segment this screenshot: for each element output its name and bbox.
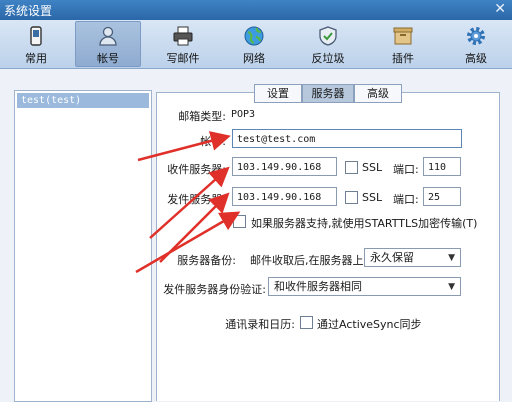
- account-field[interactable]: test@test.com: [232, 129, 462, 148]
- backup-label: 服务器备份:: [177, 254, 236, 267]
- mailbox-type-label: 邮箱类型:: [178, 110, 226, 123]
- title-bar: 系统设置 ✕: [0, 0, 512, 20]
- toolbar: 常用 帐号 写邮件 网络 反垃圾 插件 高级: [0, 20, 512, 69]
- incoming-port-label: 端口:: [393, 163, 419, 176]
- tab-advanced[interactable]: 高级: [354, 84, 402, 103]
- box-icon: [393, 27, 413, 45]
- toolbar-label: 插件: [392, 52, 414, 65]
- close-icon[interactable]: ✕: [494, 1, 506, 17]
- toolbar-item-antispam[interactable]: 反垃圾: [296, 22, 360, 66]
- toolbar-label: 网络: [243, 52, 265, 65]
- toolbar-label: 帐号: [97, 52, 119, 65]
- auth-select-value: 和收件服务器相同: [274, 280, 362, 293]
- chevron-down-icon: ▼: [448, 282, 455, 292]
- contacts-label: 通讯录和日历:: [225, 318, 295, 331]
- account-label: 帐号:: [200, 135, 226, 148]
- activesync-checkbox[interactable]: [300, 316, 313, 329]
- toolbar-label: 写邮件: [166, 52, 200, 65]
- outgoing-ssl-label: SSL: [362, 191, 383, 204]
- incoming-port-field[interactable]: 110: [423, 157, 461, 176]
- starttls-label: 如果服务器支持,就使用STARTTLS加密传输(T): [251, 217, 478, 230]
- activesync-label: 通过ActiveSync同步: [317, 318, 422, 331]
- auth-label: 发件服务器身份验证:: [163, 283, 266, 296]
- toolbar-item-general[interactable]: 常用: [4, 22, 68, 66]
- account-item[interactable]: test(test): [17, 93, 149, 108]
- backup-prefix: 邮件收取后,在服务器上: [250, 254, 364, 267]
- outgoing-server-label: 发件服务器:: [167, 193, 226, 206]
- outgoing-ssl-checkbox[interactable]: [345, 191, 358, 204]
- chevron-down-icon: ▼: [448, 253, 455, 263]
- toolbar-label: 高级: [465, 52, 487, 65]
- mailbox-type-value: POP3: [231, 109, 256, 120]
- toolbar-item-plugins[interactable]: 插件: [371, 22, 435, 66]
- account-list: test(test): [14, 90, 152, 402]
- user-icon: [99, 26, 117, 46]
- phone-icon: [30, 26, 42, 46]
- incoming-server-label: 收件服务器:: [167, 163, 226, 176]
- globe-icon: [244, 26, 264, 46]
- toolbar-item-compose[interactable]: 写邮件: [151, 22, 215, 66]
- toolbar-label: 常用: [25, 52, 47, 65]
- toolbar-label: 反垃圾: [311, 52, 345, 65]
- backup-select-value: 永久保留: [370, 251, 414, 264]
- tab-server[interactable]: 服务器: [302, 84, 354, 103]
- outgoing-port-label: 端口:: [393, 193, 419, 206]
- toolbar-item-advanced[interactable]: 高级: [444, 22, 508, 66]
- printer-icon: [173, 26, 193, 46]
- toolbar-item-network[interactable]: 网络: [222, 22, 286, 66]
- shield-icon: [319, 26, 337, 46]
- incoming-ssl-checkbox[interactable]: [345, 161, 358, 174]
- outgoing-port-field[interactable]: 25: [423, 187, 461, 206]
- window-title: 系统设置: [4, 4, 53, 18]
- outgoing-server-field[interactable]: 103.149.90.168: [232, 187, 337, 206]
- incoming-ssl-label: SSL: [362, 161, 383, 174]
- tab-settings[interactable]: 设置: [254, 84, 302, 103]
- toolbar-item-account[interactable]: 帐号: [75, 21, 141, 67]
- backup-select[interactable]: 永久保留 ▼: [364, 248, 461, 267]
- auth-select[interactable]: 和收件服务器相同 ▼: [268, 277, 461, 296]
- incoming-server-field[interactable]: 103.149.90.168: [232, 157, 337, 176]
- starttls-checkbox[interactable]: [233, 215, 246, 228]
- gear-icon: [467, 27, 485, 45]
